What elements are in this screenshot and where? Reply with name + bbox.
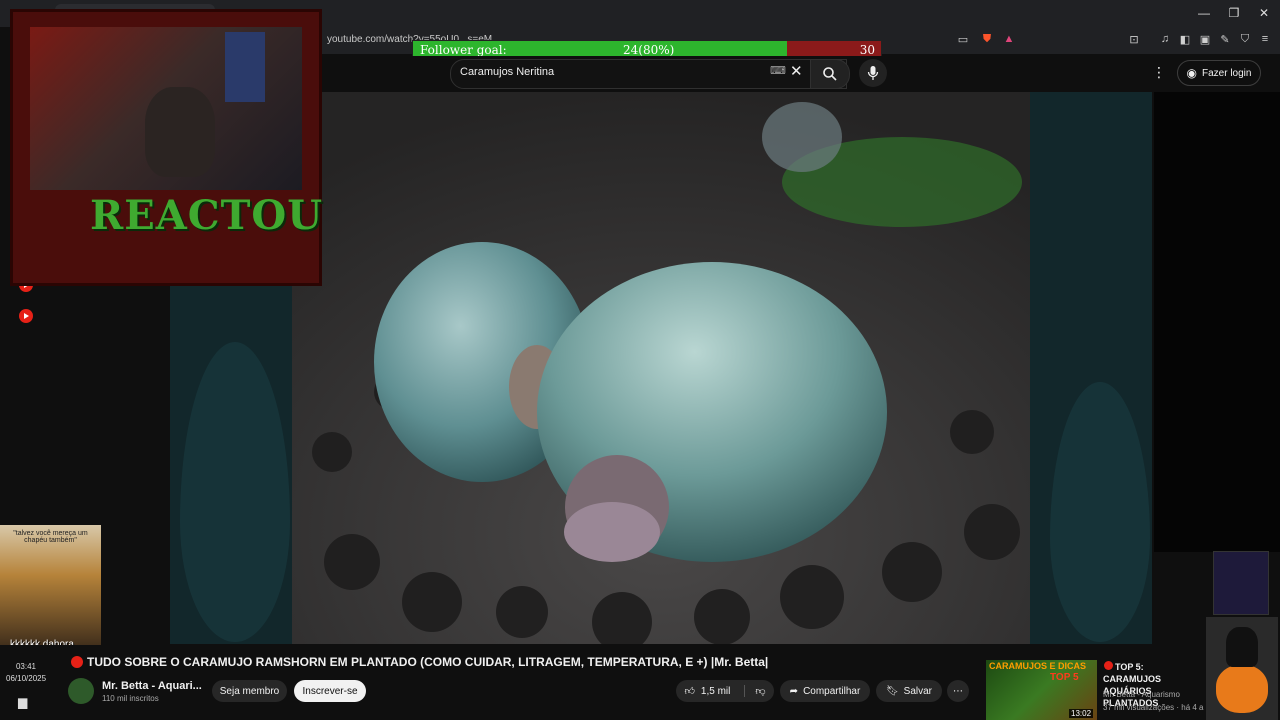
pumpkin-cat-sticker (1206, 617, 1278, 720)
account-icon: ◉ (1186, 66, 1197, 80)
chat-icon[interactable]: ▆ (18, 695, 27, 709)
pumpkin-icon (1216, 665, 1268, 713)
meme-text: "talvez você mereça um chapéu também" (13, 530, 88, 544)
thumbs-down-icon[interactable]: 👎︎ (744, 685, 766, 697)
reactou-logo: REACTOU (90, 192, 324, 239)
keyboard-icon[interactable]: ⌨ (770, 64, 786, 77)
channel-avatar[interactable] (68, 678, 94, 704)
login-label: Fazer login (1202, 67, 1252, 79)
more-options-icon[interactable]: ⋮ (1152, 64, 1166, 81)
screenshot-icon[interactable]: ⊡ (1127, 33, 1141, 46)
share-button[interactable]: ➦ Compartilhar (780, 680, 870, 702)
bookmark-icon: 🔖︎ (885, 685, 899, 697)
clock-time: 03:41 (15, 662, 37, 671)
related-thumbnail-text: CARAMUJOS E DICAS (989, 661, 1087, 671)
minimize-button[interactable]: — (1192, 6, 1216, 20)
follower-goal-label: Follower goal: (420, 43, 507, 57)
live-indicator-icon[interactable] (19, 309, 33, 323)
follower-goal-count: 24(80%) (623, 43, 675, 57)
subscriber-count: 110 mil inscritos (102, 694, 159, 703)
channel-name[interactable]: Mr. Betta - Aquari... (102, 680, 202, 692)
join-member-button[interactable]: Seja membro (212, 680, 287, 702)
more-actions-button[interactable]: ⋯ (947, 680, 969, 702)
webcam-feed (30, 27, 302, 190)
like-count: 1,5 mil (700, 685, 731, 697)
sidebar-area (1154, 92, 1280, 552)
search-icon (823, 67, 837, 81)
extensions-icon[interactable]: ✎ (1218, 33, 1232, 46)
install-app-icon[interactable]: ▭ (956, 33, 970, 46)
brave-rewards-icon[interactable]: ▲ (1002, 33, 1016, 45)
cat-icon (1226, 627, 1258, 667)
related-thumbnail-badge: TOP 5 (1050, 672, 1079, 683)
subscribe-button[interactable]: Inscrever-se (294, 680, 366, 702)
clear-search-icon[interactable]: ✕ (790, 62, 803, 80)
related-duration: 13:02 (1069, 709, 1094, 718)
more-icon: ⋯ (953, 685, 963, 697)
poster (225, 32, 265, 102)
share-label: Compartilhar (803, 685, 861, 697)
streamer-figure (145, 87, 215, 177)
search-query[interactable]: Caramujos Neritina (460, 66, 554, 78)
related-channel[interactable]: Mr. Betta - Aquarismo (1103, 690, 1180, 699)
video-frame-snails (292, 92, 1030, 644)
taskbar-clock: 03:41 06/10/2025 (6, 661, 46, 685)
brave-shield-icon[interactable]: ⛊ (980, 33, 994, 46)
follower-goal-target: 30 (859, 43, 875, 57)
leaf-decoration (180, 342, 290, 642)
vpn-icon[interactable]: ⛉ (1238, 33, 1252, 46)
menu-icon[interactable]: ≡ (1258, 33, 1272, 45)
thumbs-up-icon: 👍︎ (684, 686, 695, 697)
video-title: TUDO SOBRE O CARAMUJO RAMSHORN EM PLANTA… (87, 655, 769, 669)
sidebar-icon[interactable]: ◧ (1178, 33, 1192, 46)
leaf-decoration (1050, 382, 1150, 642)
wallet-icon[interactable]: ▣ (1198, 33, 1212, 46)
wizard-sticker (1213, 551, 1269, 615)
related-title[interactable]: TOP 5: CARAMUJOS AQUÁRIOS PLANTADOS (1103, 661, 1203, 709)
save-button[interactable]: 🔖︎ Salvar (876, 680, 942, 702)
related-stats: 37 mil visualizações · há 4 a (1103, 703, 1204, 712)
save-label: Salvar (903, 685, 933, 697)
maximize-button[interactable]: ❐ (1222, 6, 1246, 20)
voice-search-button[interactable] (859, 59, 887, 87)
close-window-button[interactable]: ✕ (1252, 6, 1276, 20)
media-icon[interactable]: ♫ (1158, 33, 1172, 45)
video-player[interactable] (292, 92, 1030, 644)
clock-date: 06/10/2025 (6, 674, 47, 683)
like-button[interactable]: 👍︎ 1,5 mil 👎︎ (676, 680, 774, 702)
share-icon: ➦ (789, 685, 799, 697)
login-button[interactable]: ◉ Fazer login (1177, 60, 1261, 86)
search-button[interactable] (810, 59, 850, 89)
mic-icon (867, 66, 879, 80)
live-dot-icon (71, 656, 83, 668)
